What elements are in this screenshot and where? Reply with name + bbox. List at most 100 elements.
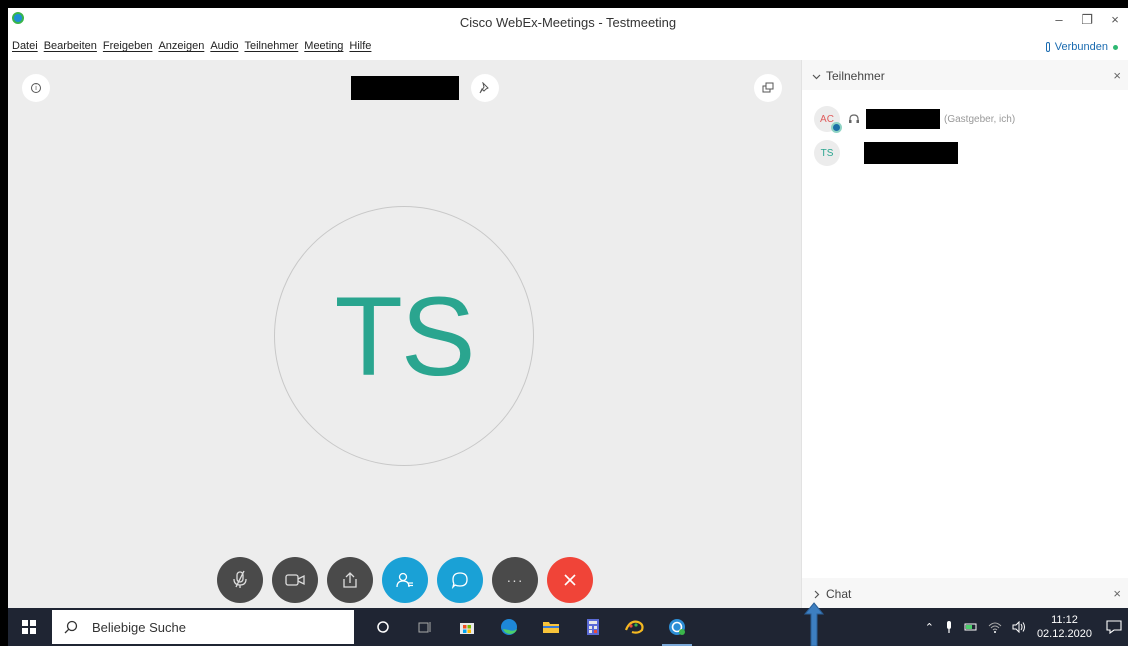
pin-button[interactable]: [471, 74, 499, 102]
wifi-tray-icon[interactable]: [988, 621, 1002, 633]
side-panel: Teilnehmer × AC (Gastgeber, ich) TS Chat…: [801, 60, 1128, 608]
restore-button[interactable]: ❐: [1080, 12, 1094, 28]
edge-browser-icon: [501, 619, 517, 635]
edge-app-button[interactable]: [488, 608, 530, 646]
task-view-icon: [418, 622, 431, 633]
menu-datei[interactable]: Datei: [12, 40, 38, 52]
paint-app-button[interactable]: [614, 608, 656, 646]
menu-meeting[interactable]: Meeting: [304, 40, 343, 52]
annotation-arrow-up-icon: [804, 602, 824, 646]
info-icon: i: [31, 83, 41, 93]
connected-dot-icon: [1113, 44, 1118, 50]
webex-taskbar-button[interactable]: [656, 608, 698, 646]
layout-icon: [762, 82, 774, 93]
connection-status-label: Verbunden: [1054, 41, 1108, 53]
taskbar-search-placeholder: Beliebige Suche: [92, 619, 186, 635]
redacted-speaker-name: [351, 76, 459, 100]
layout-button[interactable]: [754, 74, 782, 102]
participant-row[interactable]: TS: [814, 138, 1114, 168]
cortana-icon: [377, 621, 389, 633]
folder-icon: [543, 622, 559, 633]
meeting-info-button[interactable]: i: [22, 74, 50, 102]
mute-button[interactable]: [217, 557, 263, 603]
participants-panel-label: Teilnehmer: [826, 69, 885, 83]
participant-avatar: AC: [814, 106, 842, 133]
share-icon: [343, 572, 357, 588]
close-participants-panel-button[interactable]: ×: [1113, 68, 1121, 83]
camera-icon: [285, 574, 305, 586]
participants-button[interactable]: [382, 557, 428, 603]
chat-panel-title[interactable]: Chat: [812, 587, 851, 601]
taskbar-search-box[interactable]: Beliebige Suche: [52, 610, 354, 644]
clock-date: 02.12.2020: [1036, 628, 1092, 640]
menu-bearbeiten[interactable]: Bearbeiten: [44, 40, 97, 52]
clock-time: 11:12: [1051, 614, 1078, 626]
system-tray: ⌃ 11:12 02.12.2020: [920, 608, 1128, 646]
paint-icon: [624, 620, 644, 634]
chat-button[interactable]: [437, 557, 483, 603]
active-speaker-initials: TS: [334, 273, 475, 399]
title-bar: Cisco WebEx-Meetings - Testmeeting – ❐ ×: [8, 8, 1128, 36]
window-controls: – ❐ ×: [1052, 12, 1122, 28]
action-center-button[interactable]: [1100, 608, 1128, 646]
connection-icon: [1045, 42, 1050, 52]
taskbar-clock[interactable]: 11:12 02.12.2020: [1037, 613, 1092, 641]
calculator-app-button[interactable]: [572, 608, 614, 646]
menu-hilfe[interactable]: Hilfe: [349, 40, 371, 52]
pin-icon: [479, 82, 489, 94]
close-chat-panel-button[interactable]: ×: [1113, 586, 1121, 601]
file-explorer-button[interactable]: [530, 608, 572, 646]
end-meeting-button[interactable]: [547, 557, 593, 603]
webex-icon: [669, 619, 685, 635]
search-icon: [64, 620, 78, 634]
share-button[interactable]: [327, 557, 373, 603]
calculator-icon: [587, 619, 599, 635]
host-badge-icon: [831, 122, 842, 133]
redacted-participant-name: [866, 109, 940, 129]
chevron-right-icon: [814, 590, 820, 598]
participant-avatar: TS: [814, 140, 840, 166]
participants-panel-header[interactable]: Teilnehmer ×: [802, 60, 1128, 90]
show-hidden-icons-chevron-up-icon[interactable]: ⌃: [925, 621, 934, 634]
microphone-muted-icon: [233, 570, 247, 588]
store-icon: [460, 623, 474, 634]
close-window-button[interactable]: ×: [1108, 12, 1122, 28]
battery-tray-icon[interactable]: [964, 622, 978, 632]
active-speaker-avatar: TS: [274, 206, 534, 466]
windows-start-icon[interactable]: [22, 620, 36, 634]
video-stage: i TS ···: [8, 60, 801, 608]
microphone-tray-icon[interactable]: [944, 620, 954, 634]
meeting-controls: ···: [217, 557, 593, 603]
menu-freigeben[interactable]: Freigeben: [103, 40, 153, 52]
participant-row[interactable]: AC (Gastgeber, ich): [814, 104, 1114, 134]
participant-initials: TS: [820, 147, 834, 159]
webex-window: Cisco WebEx-Meetings - Testmeeting – ❐ ×…: [8, 8, 1128, 608]
close-icon: [564, 574, 576, 586]
window-title: Cisco WebEx-Meetings - Testmeeting: [459, 15, 677, 30]
task-view-button[interactable]: [404, 608, 446, 646]
video-button[interactable]: [272, 557, 318, 603]
volume-tray-icon[interactable]: [1012, 621, 1026, 633]
chat-panel-header[interactable]: Chat ×: [802, 578, 1128, 608]
connection-status[interactable]: Verbunden: [1045, 41, 1118, 53]
participants-icon: [396, 572, 413, 588]
chat-panel-label: Chat: [826, 587, 852, 601]
participants-panel-title[interactable]: Teilnehmer: [812, 69, 885, 83]
more-icon: ···: [506, 572, 524, 588]
menu-audio[interactable]: Audio: [210, 40, 238, 52]
more-options-button[interactable]: ···: [492, 557, 538, 603]
chat-bubble-icon: [451, 572, 468, 589]
store-app-button[interactable]: [446, 608, 488, 646]
windows-taskbar: Beliebige Suche ⌃ 11:12 02.12.2020: [8, 608, 1128, 646]
participant-role-label: (Gastgeber, ich): [944, 113, 1016, 125]
notification-icon: [1106, 620, 1122, 634]
taskbar-apps: [362, 608, 698, 646]
menu-bar: Datei Bearbeiten Freigeben Anzeigen Audi…: [8, 38, 1128, 58]
minimize-button[interactable]: –: [1052, 12, 1066, 28]
menu-items: Datei Bearbeiten Freigeben Anzeigen Audi…: [12, 40, 371, 52]
cortana-button[interactable]: [362, 608, 404, 646]
headset-icon: [849, 114, 859, 123]
menu-anzeigen[interactable]: Anzeigen: [158, 40, 204, 52]
menu-teilnehmer[interactable]: Teilnehmer: [244, 40, 298, 52]
redacted-participant-name: [864, 142, 958, 164]
